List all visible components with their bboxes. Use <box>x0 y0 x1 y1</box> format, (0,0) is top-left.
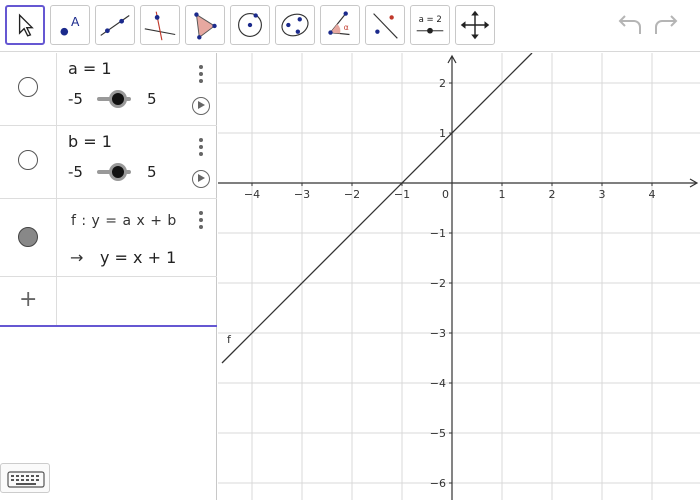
function-line-f <box>221 53 533 364</box>
algebra-input-row[interactable]: + <box>0 277 217 325</box>
pointer-arrow-icon <box>18 13 34 37</box>
redo-button[interactable] <box>650 12 682 40</box>
angle-icon: α <box>328 11 350 36</box>
y-tick-label: −3 <box>430 327 446 340</box>
angle-tool-button[interactable]: α <box>320 5 360 45</box>
line-tool-button[interactable] <box>95 5 135 45</box>
polygon-tool-button[interactable] <box>185 5 225 45</box>
graphics-canvas[interactable]: −4 −3 −2 −1 0 1 2 3 4 2 1 −1 −2 −3 −4 −5 −6 f <box>218 53 700 500</box>
toolbar: A α a = 2 <box>0 0 700 52</box>
svg-text:α: α <box>344 23 349 32</box>
y-tick-label: −2 <box>430 277 446 290</box>
perpendicular-line-icon <box>144 11 176 41</box>
y-tick-label: −1 <box>430 227 446 240</box>
x-tick-label: −1 <box>394 188 410 201</box>
reflect-tool-button[interactable] <box>365 5 405 45</box>
algebra-row-slider-a[interactable]: a = 1 -5 5 <box>0 53 217 126</box>
conic-tool-button[interactable] <box>275 5 315 45</box>
slider-min-b: -5 <box>68 163 83 181</box>
ellipse-icon <box>281 13 309 37</box>
function-graph[interactable] <box>221 53 533 364</box>
polygon-icon <box>194 12 217 40</box>
visibility-marble-a[interactable] <box>18 77 38 97</box>
input-focus-underline <box>0 325 217 327</box>
plus-icon[interactable]: + <box>19 287 37 312</box>
slider-knob-a[interactable] <box>109 90 127 108</box>
function-definition[interactable]: f : y = a x + b <box>71 213 177 229</box>
output-arrow: → <box>70 248 84 267</box>
algebra-row-function-f[interactable]: f : y = a x + b → y = x + 1 <box>0 199 217 277</box>
point-tool-button[interactable]: A <box>50 5 90 45</box>
reflect-about-line-icon <box>373 13 398 39</box>
circle-center-point-tool-button[interactable] <box>230 5 270 45</box>
redo-icon <box>655 15 678 34</box>
slider-min-a: -5 <box>68 90 83 108</box>
function-output: y = x + 1 <box>100 248 177 267</box>
visibility-toggle-column <box>0 199 57 276</box>
y-tick-label: 2 <box>439 77 446 90</box>
line-through-points-icon <box>100 15 130 36</box>
slider-max-a: 5 <box>147 90 157 108</box>
slider-knob-b[interactable] <box>109 163 127 181</box>
slider-tool-label: a = 2 <box>419 15 442 25</box>
y-tick-label: −4 <box>430 377 446 390</box>
more-options-icon[interactable] <box>199 211 205 229</box>
visibility-marble-b[interactable] <box>18 150 38 170</box>
y-tick-label: −6 <box>430 477 446 490</box>
svg-text:A: A <box>71 15 80 29</box>
visibility-marble-f[interactable] <box>18 227 38 247</box>
algebra-row-slider-b[interactable]: b = 1 -5 5 <box>0 126 217 199</box>
y-tick-label: 1 <box>439 127 446 140</box>
perpendicular-line-tool-button[interactable] <box>140 5 180 45</box>
x-tick-label: −4 <box>244 188 260 201</box>
keyboard-icon <box>7 471 45 488</box>
slider-tool-button[interactable]: a = 2 <box>410 5 450 45</box>
add-column: + <box>0 277 57 325</box>
geogebra-app: A α a = 2 a = 1 -5 5 b = 1 -5 5 f: y = … <box>0 0 700 500</box>
keyboard-toggle-button[interactable] <box>0 463 50 493</box>
move-tool-button[interactable] <box>5 5 45 45</box>
slider-name-b[interactable]: b = 1 <box>68 132 112 151</box>
slider-icon: a = 2 <box>416 15 444 34</box>
function-label-f[interactable]: f <box>227 333 232 346</box>
point-with-label-icon: A <box>60 15 80 36</box>
algebra-view: a = 1 -5 5 b = 1 -5 5 f : y = a x + b → … <box>0 53 217 500</box>
x-tick-label: 3 <box>599 188 606 201</box>
x-tick-label: −3 <box>294 188 310 201</box>
move-cross-arrows-icon <box>460 10 490 40</box>
move-graphics-view-tool-button[interactable] <box>455 5 495 45</box>
x-tick-label: 0 <box>442 188 449 201</box>
undo-button[interactable] <box>614 12 646 40</box>
play-animation-icon[interactable] <box>192 170 210 188</box>
slider-max-b: 5 <box>147 163 157 181</box>
grid <box>218 53 700 500</box>
y-tick-label: −5 <box>430 427 446 440</box>
graphics-view[interactable]: −4 −3 −2 −1 0 1 2 3 4 2 1 −1 −2 −3 −4 −5 −6 f <box>218 53 700 500</box>
visibility-toggle-column <box>0 53 57 125</box>
x-tick-label: 2 <box>549 188 556 201</box>
visibility-toggle-column <box>0 126 57 198</box>
slider-name-a[interactable]: a = 1 <box>68 59 112 78</box>
x-tick-label: −2 <box>344 188 360 201</box>
x-tick-label: 4 <box>649 188 656 201</box>
more-options-icon[interactable] <box>199 65 205 83</box>
x-tick-label: 1 <box>499 188 506 201</box>
circle-center-icon <box>238 13 262 37</box>
more-options-icon[interactable] <box>199 138 205 156</box>
undo-icon <box>618 15 641 34</box>
play-animation-icon[interactable] <box>192 97 210 115</box>
